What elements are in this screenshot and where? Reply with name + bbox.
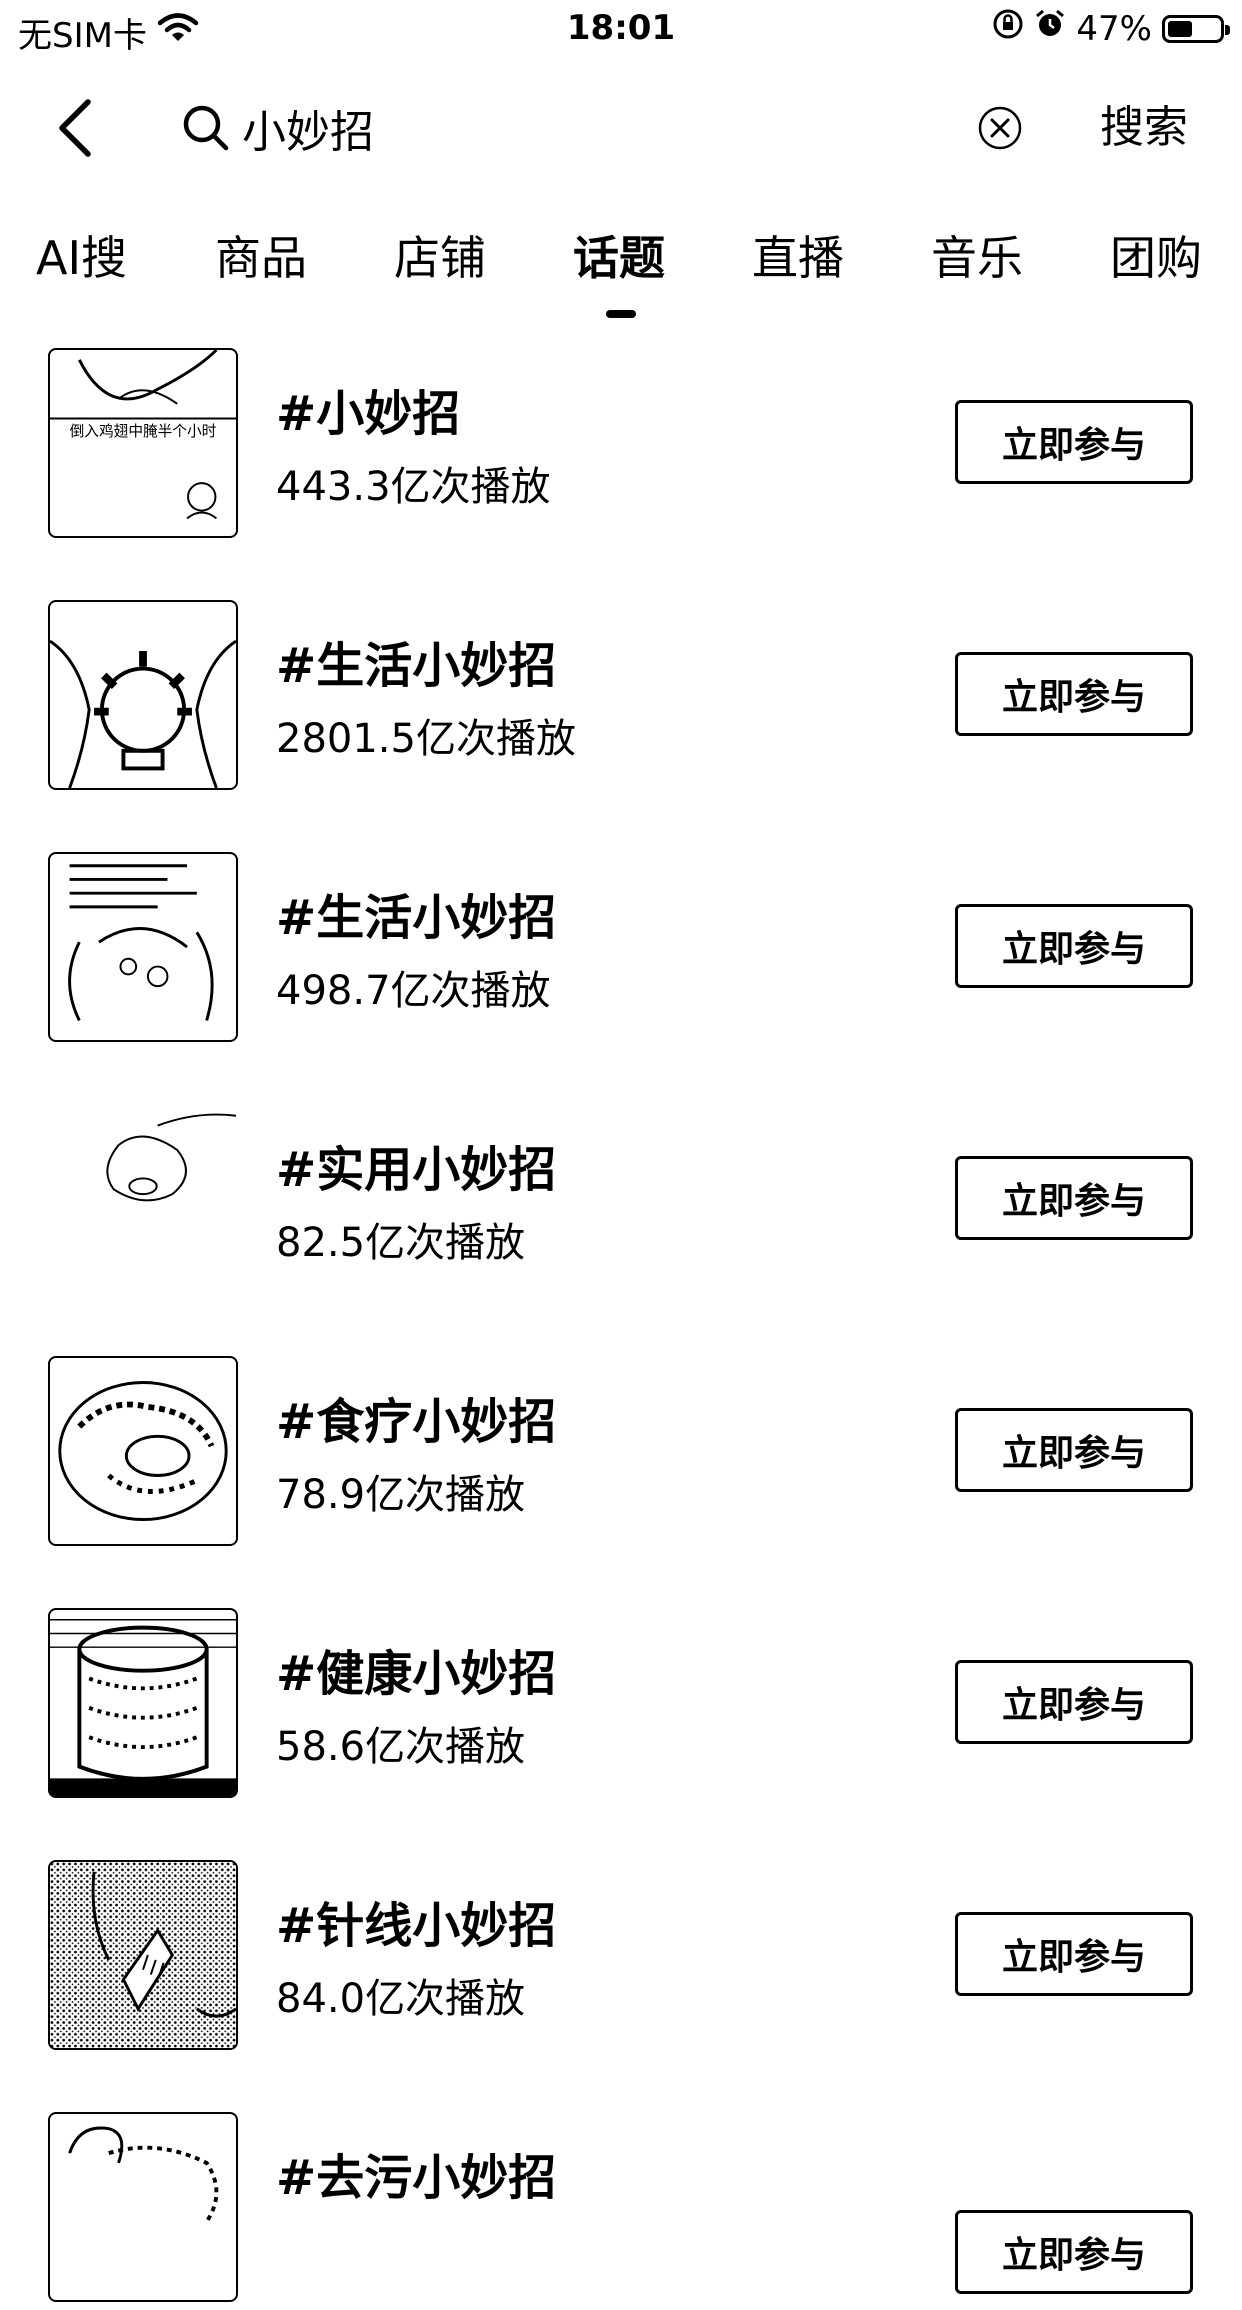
topic-title: #小妙招: [276, 386, 461, 442]
search-input[interactable]: [242, 96, 942, 160]
topic-title: #食疗小妙招: [276, 1394, 557, 1450]
search-icon: [183, 105, 229, 151]
join-button[interactable]: 立即参与: [955, 1660, 1193, 1744]
join-button[interactable]: 立即参与: [955, 904, 1193, 988]
join-button[interactable]: 立即参与: [955, 2210, 1193, 2294]
join-button[interactable]: 立即参与: [955, 1408, 1193, 1492]
topic-play-count: 443.3亿次播放: [276, 464, 551, 510]
status-right: 47%: [992, 8, 1230, 49]
topic-title: #实用小妙招: [276, 1142, 557, 1198]
join-button[interactable]: 立即参与: [955, 1912, 1193, 1996]
search-bar: 搜索: [0, 78, 1242, 178]
battery-icon: [1162, 14, 1230, 43]
topic-thumbnail: [48, 1356, 238, 1546]
tab-stores[interactable]: 店铺: [394, 222, 486, 294]
tab-products[interactable]: 商品: [215, 222, 307, 294]
list-item[interactable]: #生活小妙招 498.7亿次播放 立即参与: [0, 850, 1242, 1050]
list-item[interactable]: #生活小妙招 2801.5亿次播放 立即参与: [0, 598, 1242, 798]
topic-title: #生活小妙招: [276, 890, 557, 946]
list-item[interactable]: #针线小妙招 84.0亿次播放 立即参与: [0, 1858, 1242, 2058]
join-button[interactable]: 立即参与: [955, 400, 1193, 484]
status-bar: 无SIM卡 18:01 47%: [0, 0, 1242, 62]
back-button[interactable]: [50, 96, 110, 160]
tab-music[interactable]: 音乐: [931, 222, 1023, 294]
topic-thumbnail: [48, 1104, 238, 1294]
topic-thumbnail: [48, 600, 238, 790]
tab-ai-search[interactable]: AI搜: [36, 222, 127, 294]
alarm-icon: [1034, 8, 1066, 49]
topic-play-count: 82.5亿次播放: [276, 1220, 526, 1266]
topic-thumbnail: [48, 1608, 238, 1798]
active-tab-indicator: [606, 310, 636, 318]
topic-play-count: 2801.5亿次播放: [276, 716, 576, 762]
topic-title: #生活小妙招: [276, 638, 557, 694]
tab-group-buy[interactable]: 团购: [1110, 222, 1202, 294]
join-button[interactable]: 立即参与: [955, 652, 1193, 736]
topic-title: #针线小妙招: [276, 1898, 557, 1954]
thumbnail-caption: 倒入鸡翅中腌半个小时: [70, 423, 217, 440]
back-icon: [59, 99, 91, 157]
topic-thumbnail: [48, 852, 238, 1042]
topic-title: #去污小妙招: [276, 2150, 557, 2206]
battery-percent: 47%: [1076, 8, 1152, 49]
list-item[interactable]: #去污小妙招 立即参与: [0, 2110, 1242, 2310]
topic-thumbnail: [48, 2112, 238, 2302]
topic-play-count: 78.9亿次播放: [276, 1472, 526, 1518]
topic-title: #健康小妙招: [276, 1646, 557, 1702]
topic-thumbnail: 倒入鸡翅中腌半个小时: [48, 348, 238, 538]
list-item[interactable]: 倒入鸡翅中腌半个小时 #小妙招 443.3亿次播放 立即参与: [0, 346, 1242, 546]
tab-topics[interactable]: 话题: [573, 222, 665, 294]
tab-live[interactable]: 直播: [752, 222, 844, 294]
list-item[interactable]: #食疗小妙招 78.9亿次播放 立即参与: [0, 1354, 1242, 1554]
orientation-lock-icon: [992, 8, 1024, 49]
clear-button[interactable]: [976, 104, 1024, 152]
topic-play-count: 84.0亿次播放: [276, 1976, 526, 2022]
list-item[interactable]: #实用小妙招 82.5亿次播放 立即参与: [0, 1102, 1242, 1302]
topic-thumbnail: [48, 1860, 238, 2050]
join-button[interactable]: 立即参与: [955, 1156, 1193, 1240]
battery-fill: [1168, 20, 1192, 37]
topic-play-count: 58.6亿次播放: [276, 1724, 526, 1770]
clear-icon: [978, 106, 1022, 150]
list-item[interactable]: #健康小妙招 58.6亿次播放 立即参与: [0, 1606, 1242, 1806]
search-button[interactable]: 搜索: [1100, 96, 1188, 160]
topic-play-count: 498.7亿次播放: [276, 968, 551, 1014]
tab-bar: AI搜 商品 店铺 话题 直播 音乐 团购: [0, 222, 1242, 322]
